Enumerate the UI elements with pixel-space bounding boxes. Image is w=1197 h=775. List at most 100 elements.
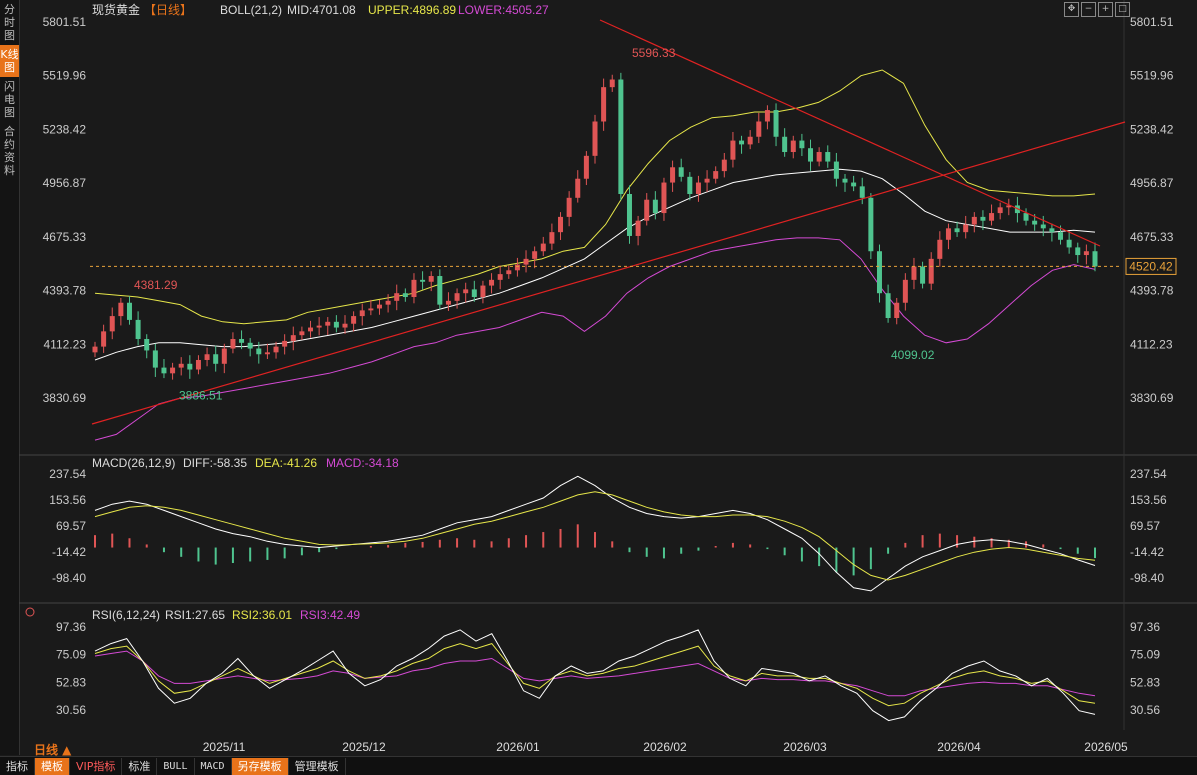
settings-icon	[25, 607, 35, 617]
candle-body	[540, 243, 546, 252]
y-tick-label: 237.54	[1130, 467, 1167, 481]
y-tick-label: 4393.78	[43, 284, 87, 298]
y-tick-label: 30.56	[1130, 703, 1160, 717]
candle-body	[687, 176, 693, 194]
x-tick-label: 2026/02	[643, 740, 687, 754]
y-tick-label: 4112.23	[1130, 337, 1173, 351]
y-tick-label: 153.56	[1130, 493, 1167, 507]
tab-bull[interactable]: BULL	[157, 757, 195, 775]
header-period: 【日线】	[144, 3, 192, 17]
rsi2-label: RSI2:36.01	[232, 608, 292, 622]
boll-upper-line	[94, 69, 1096, 325]
zoom-out-icon[interactable]: −	[1081, 2, 1096, 17]
candle-body	[833, 161, 839, 179]
candle-body	[876, 251, 882, 294]
candle-body	[902, 279, 908, 303]
candle-body	[308, 327, 314, 332]
rsi2-line	[94, 643, 1096, 707]
tab-save-template[interactable]: 另存模板	[231, 757, 289, 775]
y-tick-label: 4393.78	[1130, 284, 1174, 298]
tab-templates[interactable]: 模板	[35, 757, 70, 775]
y-tick-label: 5801.51	[43, 15, 87, 29]
candle-body	[644, 199, 650, 221]
candle-body	[678, 167, 684, 177]
tab-macd[interactable]: MACD	[195, 757, 232, 775]
candle-body	[342, 323, 348, 328]
candle-body	[101, 331, 107, 347]
candle-body	[333, 321, 339, 328]
y-tick-label: 52.83	[1130, 675, 1160, 689]
maximize-icon[interactable]: □	[1115, 2, 1130, 17]
candle-body	[437, 276, 443, 305]
trendline-ascending	[91, 121, 1126, 425]
y-tick-label: 97.36	[1130, 620, 1160, 634]
candle-body	[592, 121, 598, 156]
candle-body	[359, 310, 365, 317]
y-tick-label: 75.09	[1130, 648, 1160, 662]
candle-body	[635, 220, 641, 236]
candle-body	[704, 178, 710, 183]
candle-body	[230, 338, 236, 349]
candle-body	[739, 140, 745, 145]
candle-body	[161, 367, 167, 374]
candle-body	[825, 152, 831, 162]
tab-standard[interactable]: 标准	[122, 757, 158, 775]
candle-body	[187, 363, 193, 370]
candle-body	[264, 352, 270, 355]
x-tick-label: 2026/04	[937, 740, 981, 754]
candle-body	[92, 346, 98, 353]
candle-body	[945, 228, 951, 240]
y-tick-label: -98.40	[1130, 571, 1164, 585]
candle-body	[480, 285, 486, 298]
move-icon[interactable]: ✥	[1064, 2, 1079, 17]
header-upper: UPPER:4896.89	[368, 3, 456, 17]
zoom-in-icon[interactable]: +	[1098, 2, 1113, 17]
candle-body	[971, 216, 977, 225]
candle-body	[376, 304, 382, 309]
candle-body	[1075, 247, 1081, 256]
candle-body	[790, 140, 796, 153]
candle-body	[609, 79, 615, 88]
candle-body	[954, 228, 960, 233]
header-boll-label: BOLL(21,2)	[220, 3, 282, 17]
y-tick-label: 4112.23	[44, 337, 87, 351]
y-tick-label: 4675.33	[1130, 230, 1174, 244]
candle-body	[618, 79, 624, 194]
candle-body	[351, 316, 357, 324]
candle-body	[394, 293, 400, 301]
candle-body	[1023, 213, 1029, 221]
candle-body	[670, 167, 676, 183]
candle-body	[420, 279, 426, 282]
tab-vip-indicators[interactable]: VIP指标	[70, 757, 123, 775]
candle-body	[514, 264, 520, 271]
candle-body	[937, 239, 943, 259]
y-tick-label: 69.57	[56, 519, 86, 533]
y-tick-label: 5519.96	[43, 69, 87, 83]
candle-body	[583, 155, 589, 179]
candle-body	[566, 197, 572, 217]
y-tick-label: -98.40	[52, 571, 86, 585]
candle-body	[489, 279, 495, 286]
tab-manage-templates[interactable]: 管理模板	[289, 757, 346, 775]
y-tick-label: 5519.96	[1130, 69, 1174, 83]
candle-body	[764, 110, 770, 122]
candle-body	[445, 300, 451, 305]
y-tick-label: 97.36	[56, 620, 86, 634]
candle-body	[428, 276, 434, 282]
tab-indicators[interactable]: 指标	[0, 757, 35, 775]
x-tick-label: 2025/11	[203, 740, 246, 754]
candle-body	[894, 302, 900, 319]
candle-body	[601, 87, 607, 122]
candle-body	[997, 207, 1003, 214]
candle-body	[1092, 251, 1098, 267]
y-tick-label: 4956.87	[1130, 176, 1174, 190]
price-annotation: 5596.33	[632, 46, 676, 60]
y-tick-label: 5238.42	[43, 122, 87, 136]
macd-diff-label: DIFF:-58.35	[183, 456, 247, 470]
candle-body	[506, 270, 512, 275]
candle-body	[135, 319, 141, 339]
candle-body	[497, 274, 503, 280]
candle-body	[799, 140, 805, 149]
candle-body	[118, 302, 124, 317]
chart-canvas[interactable]: 5801.51 5801.51 5519.96 5519.96 5238.42 5238.…	[0, 0, 1197, 756]
